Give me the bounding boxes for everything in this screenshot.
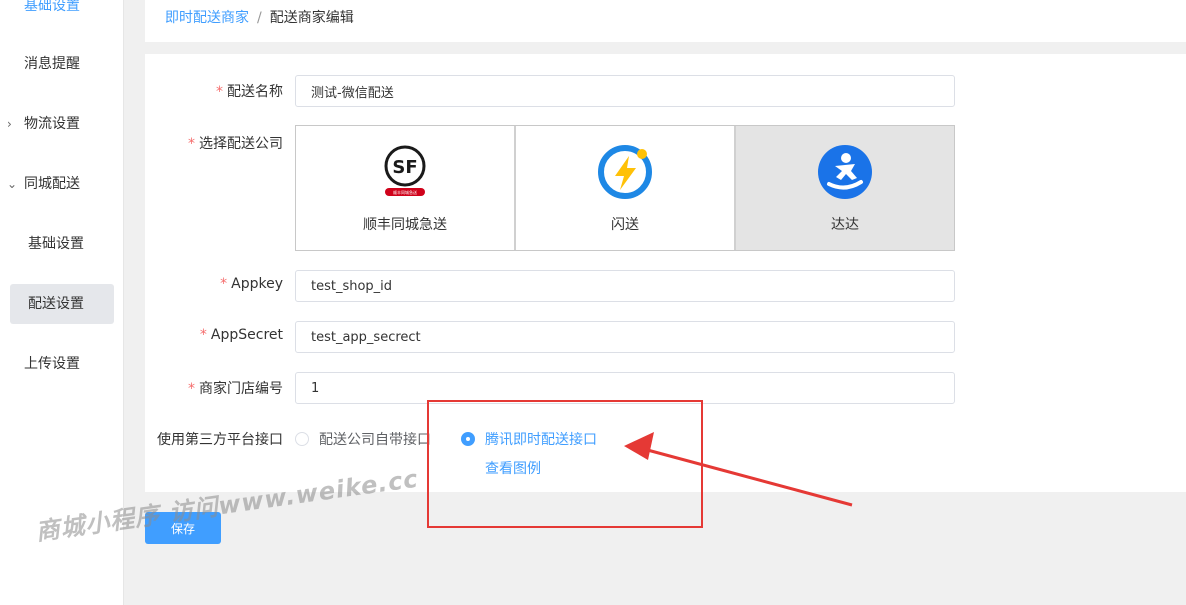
radio-circle[interactable] bbox=[295, 432, 309, 446]
company-option-sf[interactable]: SF 顺丰同城急送 顺丰同城急送 bbox=[296, 126, 516, 250]
sidebar-item-local-delivery[interactable]: ⌄ 同城配送 bbox=[0, 164, 124, 204]
shop-no-label: * 商家门店编号 bbox=[188, 381, 283, 397]
required-mark: * bbox=[216, 84, 223, 100]
dada-logo-icon bbox=[818, 145, 872, 199]
sidebar-item-label: 基础设置 bbox=[24, 0, 80, 14]
svg-text:顺丰同城急送: 顺丰同城急送 bbox=[393, 189, 417, 195]
sidebar-item-label: 消息提醒 bbox=[24, 56, 80, 72]
radio-circle-checked[interactable] bbox=[461, 432, 475, 446]
company-option-dada[interactable]: 达达 bbox=[736, 126, 954, 250]
sidebar-item-logistics[interactable]: › 物流设置 bbox=[0, 104, 124, 144]
breadcrumb-bar: 即时配送商家 / 配送商家编辑 bbox=[145, 0, 1186, 42]
sidebar-item-delivery-basic[interactable]: 基础设置 bbox=[0, 224, 124, 264]
shop-no-input[interactable] bbox=[295, 372, 955, 404]
sidebar-item-label: 上传设置 bbox=[24, 356, 80, 372]
view-example-link[interactable]: 查看图例 bbox=[485, 458, 541, 478]
chevron-down-icon: ⌄ bbox=[7, 177, 18, 191]
chevron-right-icon: › bbox=[7, 117, 12, 131]
delivery-name-input[interactable] bbox=[295, 75, 955, 107]
breadcrumb-separator: / bbox=[257, 10, 262, 26]
sidebar-item-basic-settings[interactable]: 基础设置 bbox=[0, 0, 124, 26]
radio-label: 配送公司自带接口 bbox=[319, 432, 431, 448]
appkey-label: * Appkey bbox=[220, 276, 283, 292]
required-mark: * bbox=[220, 276, 228, 292]
company-selector: SF 顺丰同城急送 顺丰同城急送 闪送 达达 bbox=[295, 125, 955, 251]
required-mark: * bbox=[188, 381, 195, 397]
appsecret-label: * AppSecret bbox=[199, 327, 283, 343]
breadcrumb: 即时配送商家 / 配送商家编辑 bbox=[165, 0, 354, 36]
company-name: 闪送 bbox=[611, 217, 639, 233]
company-name: 达达 bbox=[831, 217, 859, 233]
form-card: *配送名称 *选择配送公司 SF 顺丰同城急送 顺丰同城急送 闪送 bbox=[145, 54, 1186, 492]
sidebar-item-label: 同城配送 bbox=[24, 176, 80, 192]
radio-own-api[interactable]: 配送公司自带接口 bbox=[295, 429, 431, 449]
sidebar-item-label: 物流设置 bbox=[24, 116, 80, 132]
breadcrumb-current: 配送商家编辑 bbox=[269, 10, 354, 26]
sidebar-item-delivery-settings[interactable]: 配送设置 bbox=[10, 284, 114, 324]
sidebar-item-upload-settings[interactable]: 上传设置 bbox=[0, 344, 124, 384]
breadcrumb-parent-link[interactable]: 即时配送商家 bbox=[165, 10, 249, 26]
svg-text:SF: SF bbox=[392, 157, 417, 178]
sidebar-item-notifications[interactable]: 消息提醒 bbox=[0, 44, 124, 84]
third-party-label: 使用第三方平台接口 bbox=[157, 432, 283, 448]
required-mark: * bbox=[199, 327, 207, 343]
company-label: * 选择配送公司 bbox=[188, 136, 283, 152]
radio-tencent-api[interactable]: 腾讯即时配送接口 bbox=[461, 429, 597, 449]
appkey-input[interactable] bbox=[295, 270, 955, 302]
sidebar-item-label: 基础设置 bbox=[28, 236, 84, 252]
name-label: * 配送名称 bbox=[216, 84, 283, 100]
shansong-logo-icon bbox=[598, 145, 652, 199]
sidebar-item-label: 配送设置 bbox=[28, 296, 84, 312]
sf-logo-icon: SF 顺丰同城急送 bbox=[384, 145, 426, 196]
radio-label: 腾讯即时配送接口 bbox=[485, 432, 597, 448]
appsecret-input[interactable] bbox=[295, 321, 955, 353]
company-option-shansong[interactable]: 闪送 bbox=[516, 126, 736, 250]
company-name: 顺丰同城急送 bbox=[363, 217, 447, 233]
required-mark: * bbox=[188, 136, 195, 152]
